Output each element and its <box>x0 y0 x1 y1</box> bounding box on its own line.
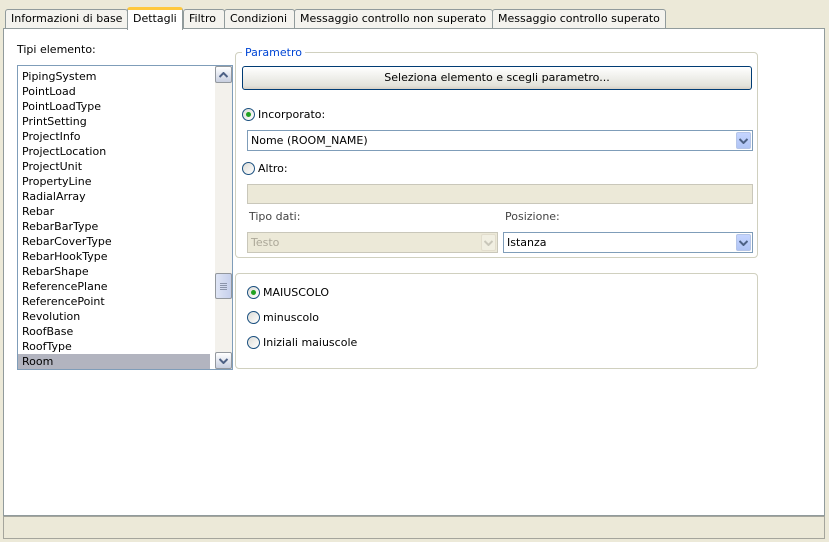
list-item[interactable]: RebarBarType <box>18 219 210 234</box>
position-label: Posizione: <box>505 210 560 223</box>
other-radio[interactable] <box>242 162 255 175</box>
other-label: Altro: <box>258 162 288 175</box>
select-element-button[interactable]: Seleziona elemento e scegli parametro... <box>242 66 752 90</box>
scroll-up-button[interactable] <box>215 66 232 83</box>
element-types-list[interactable]: PipingSystem PointLoad PointLoadType Pri… <box>17 65 233 370</box>
builtin-label: Incorporato: <box>258 108 326 121</box>
titlecase-label: Iniziali maiuscole <box>263 336 358 349</box>
tab-messaggio-non-superato[interactable]: Messaggio controllo non superato <box>294 9 493 29</box>
lowercase-label: minuscolo <box>263 311 320 324</box>
list-item[interactable]: PropertyLine <box>18 174 210 189</box>
scroll-thumb[interactable] <box>215 273 232 299</box>
list-item[interactable]: PointLoad <box>18 84 210 99</box>
uppercase-radio[interactable] <box>247 286 260 299</box>
list-item[interactable]: RebarShape <box>18 264 210 279</box>
builtin-radio[interactable] <box>242 108 255 121</box>
chevron-down-icon <box>739 239 748 246</box>
tab-filtro[interactable]: Filtro <box>183 9 225 29</box>
list-item[interactable]: RebarCoverType <box>18 234 210 249</box>
chevron-down-icon <box>739 137 748 144</box>
data-type-select[interactable]: Testo <box>247 232 498 253</box>
data-type-value: Testo <box>251 236 280 249</box>
list-item-selected[interactable]: Room <box>18 354 210 369</box>
chevron-up-icon <box>219 71 228 78</box>
parameter-legend: Parametro <box>242 46 305 59</box>
tab-condizioni[interactable]: Condizioni <box>224 9 295 29</box>
list-item[interactable]: RadialArray <box>18 189 210 204</box>
list-item[interactable]: RoofType <box>18 339 210 354</box>
position-select[interactable]: Istanza <box>503 232 753 253</box>
list-item[interactable]: Rebar <box>18 204 210 219</box>
builtin-parameter-value: Nome (ROOM_NAME) <box>251 134 368 147</box>
list-item[interactable]: RoofBase <box>18 324 210 339</box>
lowercase-radio[interactable] <box>247 311 260 324</box>
other-parameter-field[interactable] <box>247 184 753 204</box>
list-item[interactable]: Revolution <box>18 309 210 324</box>
tab-dettagli[interactable]: Dettagli <box>127 7 183 30</box>
list-item[interactable]: PipingSystem <box>18 69 210 84</box>
builtin-parameter-select[interactable]: Nome (ROOM_NAME) <box>247 130 753 151</box>
position-value: Istanza <box>507 236 547 249</box>
list-item[interactable]: ReferencePoint <box>18 294 210 309</box>
scroll-down-button[interactable] <box>215 352 232 369</box>
tab-messaggio-superato[interactable]: Messaggio controllo superato <box>492 9 666 29</box>
titlecase-radio[interactable] <box>247 336 260 349</box>
chevron-down-icon <box>484 239 493 246</box>
uppercase-label: MAIUSCOLO <box>263 286 330 299</box>
list-item[interactable]: ReferencePlane <box>18 279 210 294</box>
dropdown-arrow[interactable] <box>736 132 751 149</box>
list-item[interactable]: ProjectUnit <box>18 159 210 174</box>
data-type-label: Tipo dati: <box>249 210 301 223</box>
list-item[interactable]: ProjectInfo <box>18 129 210 144</box>
dropdown-arrow[interactable] <box>481 234 496 251</box>
list-item[interactable]: PointLoadType <box>18 99 210 114</box>
bottom-bar <box>3 516 825 539</box>
chevron-down-icon <box>219 357 228 364</box>
list-item[interactable]: PrintSetting <box>18 114 210 129</box>
dropdown-arrow[interactable] <box>736 234 751 251</box>
list-item[interactable]: RebarHookType <box>18 249 210 264</box>
element-types-label: Tipi elemento: <box>17 43 96 56</box>
tab-informazioni-di-base[interactable]: Informazioni di base <box>5 9 128 29</box>
list-scrollbar[interactable] <box>215 66 232 369</box>
list-item[interactable]: ProjectLocation <box>18 144 210 159</box>
details-panel: Tipi elemento: PipingSystem PointLoad Po… <box>3 28 825 516</box>
